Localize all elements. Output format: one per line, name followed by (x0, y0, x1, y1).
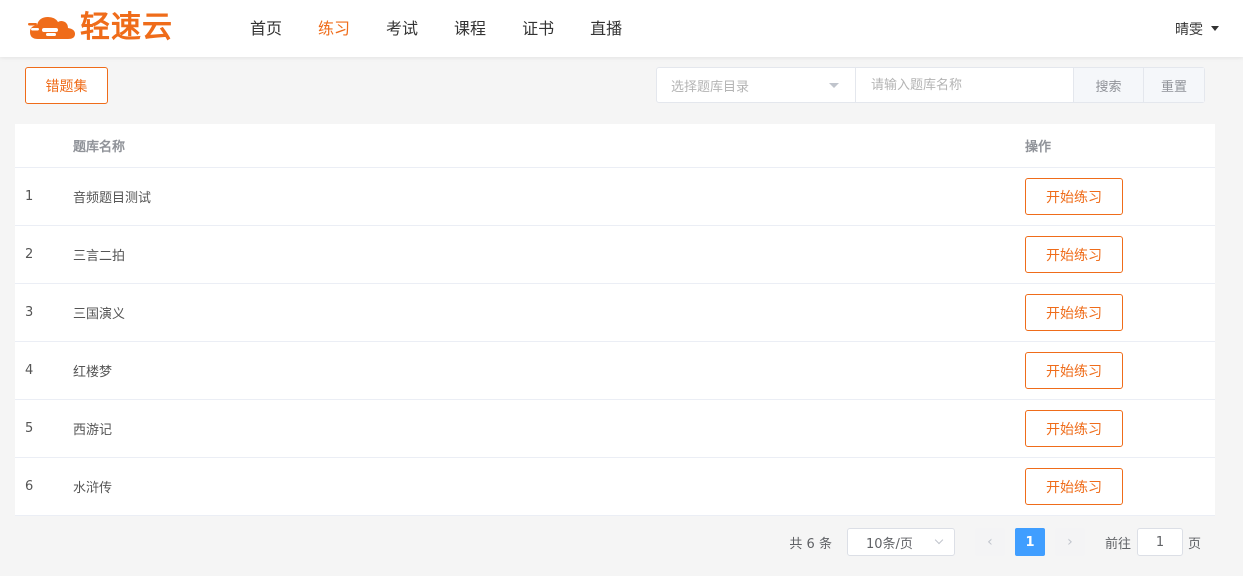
page-number-current[interactable]: 1 (1014, 528, 1045, 556)
start-practice-button[interactable]: 开始练习 (1025, 294, 1123, 331)
logo-text: 轻速云 (80, 10, 173, 45)
next-page-button[interactable]: › (1054, 528, 1085, 556)
table-row: 4 红楼梦 开始练习 (15, 342, 1215, 400)
row-index: 6 (25, 479, 34, 494)
logo[interactable]: 轻速云 (28, 10, 173, 46)
row-index: 2 (25, 247, 34, 262)
table-row: 5 西游记 开始练习 (15, 400, 1215, 458)
nav-exam[interactable]: 考试 (386, 0, 418, 57)
page-size-value: 10条/页 (865, 536, 913, 552)
goto-label: 前往 (1104, 536, 1131, 552)
header-bank-name: 题库名称 (73, 140, 126, 155)
user-name: 晴雯 (1175, 21, 1203, 38)
nav-course[interactable]: 课程 (454, 0, 486, 57)
row-bank-name: 音频题目测试 (73, 191, 152, 206)
start-practice-button[interactable]: 开始练习 (1025, 236, 1123, 273)
pagination: 共 6 条 10条/页 ‹ 1 › 前往 页 (789, 528, 1201, 556)
user-menu[interactable]: 晴雯 (1175, 0, 1219, 57)
row-index: 5 (25, 421, 34, 436)
table-row: 1 音频题目测试 开始练习 (15, 168, 1215, 226)
cloud-logo-icon (28, 17, 75, 39)
row-bank-name: 水浒传 (73, 481, 113, 496)
goto-page-input[interactable] (1136, 528, 1183, 556)
start-practice-button[interactable]: 开始练习 (1025, 468, 1123, 505)
caret-down-icon (829, 83, 839, 88)
chevron-right-icon: › (1067, 534, 1073, 550)
top-header: 轻速云 首页 练习 考试 课程 证书 直播 晴雯 (0, 0, 1243, 57)
page-unit-label: 页 (1187, 536, 1201, 552)
nav-home[interactable]: 首页 (250, 0, 282, 57)
table-row: 2 三言二拍 开始练习 (15, 226, 1215, 284)
page-size-select[interactable]: 10条/页 (846, 528, 955, 556)
nav-practice[interactable]: 练习 (318, 0, 350, 57)
wrong-questions-button[interactable]: 错题集 (25, 67, 108, 104)
row-bank-name: 红楼梦 (73, 365, 113, 380)
total-count: 共 6 条 (789, 536, 832, 552)
catalog-select[interactable]: 选择题库目录 (657, 68, 856, 102)
search-bar: 选择题库目录 搜索 重置 (656, 67, 1205, 103)
row-bank-name: 三国演义 (73, 307, 126, 322)
main-nav: 首页 练习 考试 课程 证书 直播 (232, 0, 640, 57)
start-practice-button[interactable]: 开始练习 (1025, 352, 1123, 389)
search-button[interactable]: 搜索 (1074, 68, 1144, 102)
caret-down-icon (1211, 26, 1219, 31)
bank-name-input[interactable] (856, 68, 1074, 102)
goto-page: 前往 页 (1105, 528, 1201, 556)
reset-button[interactable]: 重置 (1144, 68, 1204, 102)
table-row: 3 三国演义 开始练习 (15, 284, 1215, 342)
table-row: 6 水浒传 开始练习 (15, 458, 1215, 516)
question-bank-table: 题库名称 操作 1 音频题目测试 开始练习 2 三言二拍 开始练习 3 三国演义… (15, 124, 1215, 516)
row-index: 4 (25, 363, 34, 378)
start-practice-button[interactable]: 开始练习 (1025, 178, 1123, 215)
table-header: 题库名称 操作 (15, 124, 1215, 168)
catalog-select-placeholder: 选择题库目录 (671, 79, 750, 95)
nav-certificate[interactable]: 证书 (522, 0, 554, 57)
nav-live[interactable]: 直播 (590, 0, 622, 57)
row-index: 3 (25, 305, 34, 320)
chevron-down-icon (934, 535, 944, 545)
row-index: 1 (25, 189, 34, 204)
prev-page-button[interactable]: ‹ (974, 528, 1005, 556)
row-bank-name: 西游记 (73, 423, 113, 438)
header-action: 操作 (1025, 140, 1052, 155)
row-bank-name: 三言二拍 (73, 249, 126, 264)
chevron-left-icon: ‹ (987, 534, 993, 550)
start-practice-button[interactable]: 开始练习 (1025, 410, 1123, 447)
